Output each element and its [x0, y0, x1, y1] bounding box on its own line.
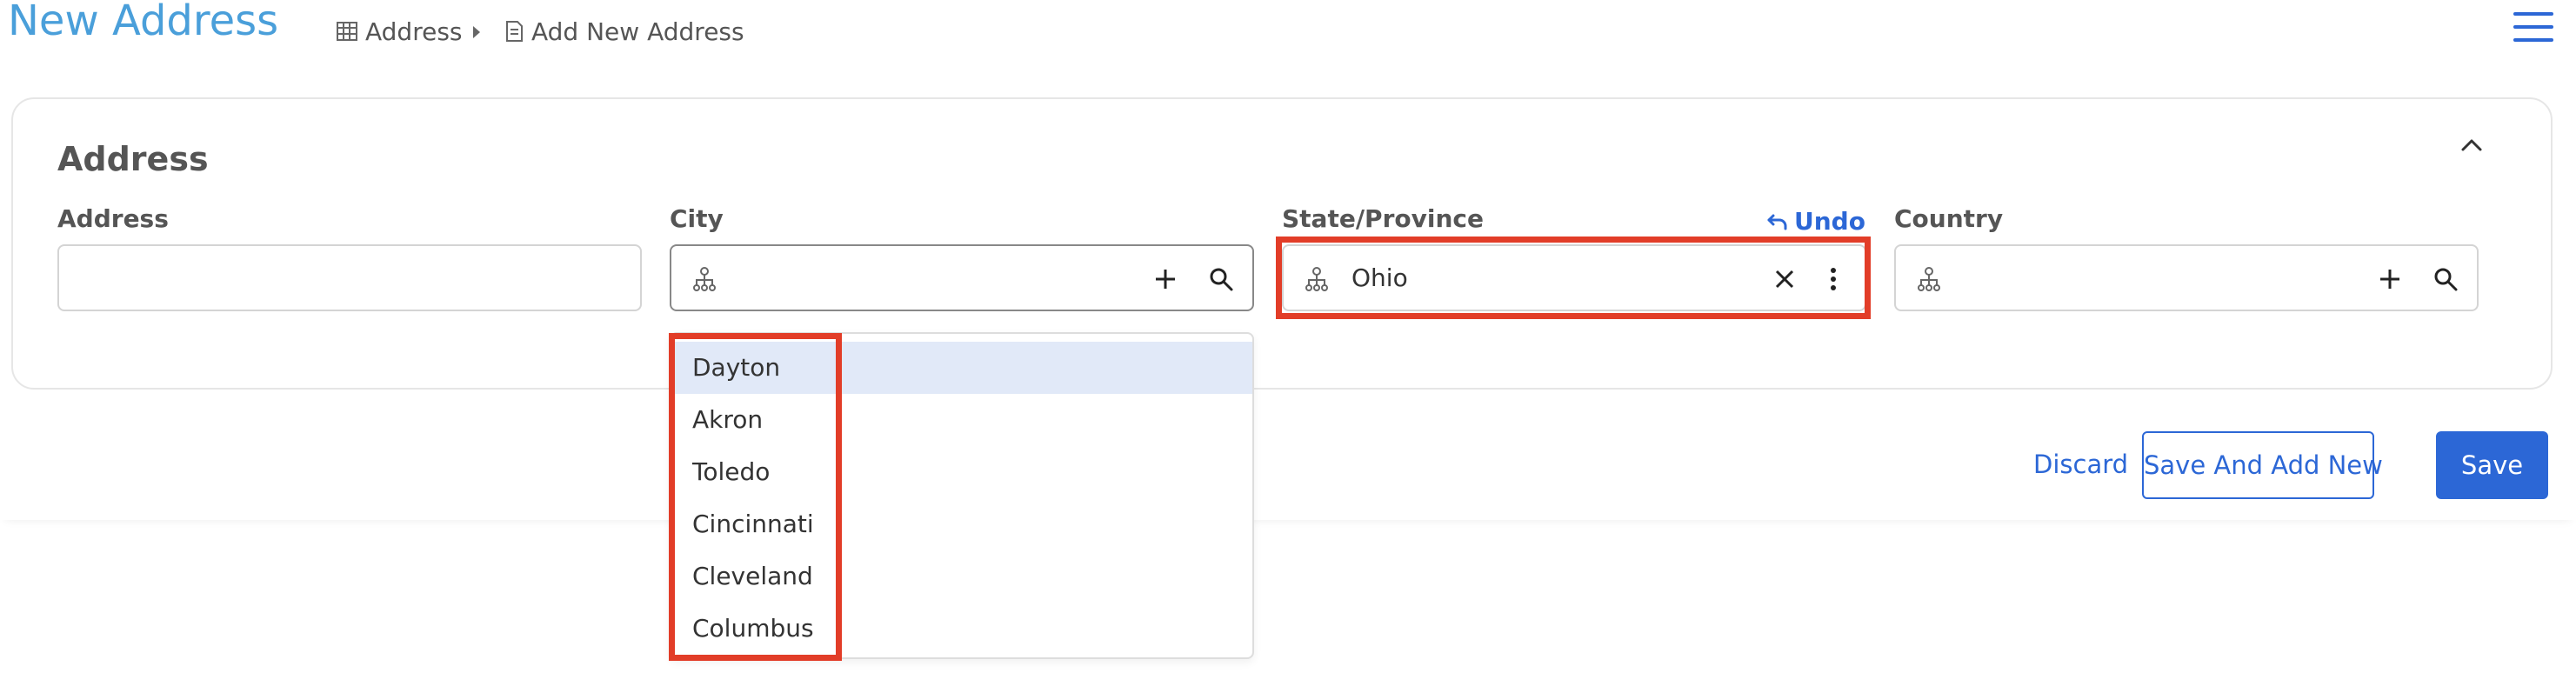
state-value: Ohio	[1351, 263, 1408, 292]
city-dropdown-list: Dayton Akron Toledo Cincinnati Cleveland…	[670, 332, 1254, 659]
city-option-dayton[interactable]: Dayton	[671, 342, 1252, 394]
city-option-cincinnati[interactable]: Cincinnati	[671, 498, 1252, 550]
page-title: New Address	[8, 0, 279, 45]
clear-icon[interactable]	[1767, 262, 1802, 297]
table-icon	[337, 22, 357, 41]
undo-button[interactable]: Undo	[1766, 206, 1865, 237]
address-label: Address	[57, 204, 169, 233]
city-option-akron[interactable]: Akron	[671, 394, 1252, 446]
breadcrumb-label: Add New Address	[531, 17, 744, 46]
address-section-card	[11, 97, 2553, 390]
city-option-cleveland[interactable]: Cleveland	[671, 550, 1252, 603]
breadcrumb-label: Address	[365, 17, 463, 46]
save-and-add-new-button[interactable]: Save And Add New	[2142, 431, 2383, 499]
breadcrumb-separator-icon	[473, 26, 480, 38]
search-icon[interactable]	[1204, 262, 1238, 297]
hierarchy-icon	[693, 267, 716, 291]
save-button[interactable]: Save	[2436, 431, 2548, 499]
breadcrumb-item-address[interactable]: Address	[336, 14, 463, 49]
state-field[interactable]: Ohio	[1282, 244, 1866, 311]
city-option-toledo[interactable]: Toledo	[671, 446, 1252, 498]
city-option-columbus[interactable]: Columbus	[671, 603, 1252, 655]
country-label: Country	[1894, 204, 2004, 233]
hierarchy-icon	[1305, 267, 1328, 291]
address-input[interactable]	[57, 244, 642, 311]
state-label: State/Province	[1282, 204, 1484, 233]
plus-icon[interactable]	[2372, 262, 2407, 297]
city-search-input[interactable]	[741, 255, 1110, 303]
chevron-up-icon[interactable]	[2453, 129, 2491, 160]
undo-label: Undo	[1794, 207, 1865, 236]
document-icon	[506, 21, 523, 42]
breadcrumb-item-add-new-address: Add New Address	[504, 14, 744, 49]
city-field[interactable]	[670, 244, 1254, 311]
plus-icon[interactable]	[1148, 262, 1183, 297]
hamburger-menu-icon[interactable]	[2513, 12, 2553, 47]
city-label: City	[670, 204, 724, 233]
undo-icon	[1767, 214, 1787, 230]
search-icon[interactable]	[2428, 262, 2463, 297]
hierarchy-icon	[1918, 267, 1940, 291]
more-vertical-icon[interactable]	[1816, 262, 1851, 297]
discard-button[interactable]: Discard	[2033, 431, 2128, 497]
section-title: Address	[57, 140, 209, 178]
country-field[interactable]	[1894, 244, 2479, 311]
